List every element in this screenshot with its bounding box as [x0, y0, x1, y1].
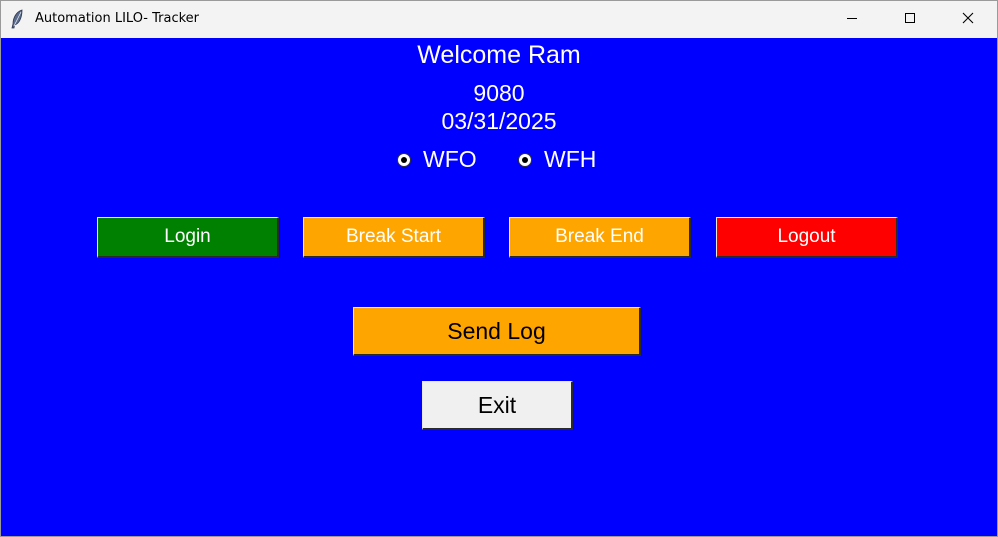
close-button[interactable]	[939, 1, 997, 38]
maximize-icon	[904, 11, 916, 29]
window-title: Automation LILO- Tracker	[35, 11, 200, 26]
radio-wfo-label: WFO	[423, 146, 477, 172]
logout-button[interactable]: Logout	[716, 217, 898, 258]
radio-wfh[interactable]: WFH	[518, 146, 596, 173]
radio-indicator[interactable]	[518, 152, 532, 167]
radio-indicator[interactable]	[397, 152, 411, 167]
login-button[interactable]: Login	[97, 217, 279, 258]
employee-id-label: 9080	[473, 80, 525, 106]
exit-button[interactable]: Exit	[422, 381, 573, 430]
break-end-button[interactable]: Break End	[509, 217, 691, 258]
date-label: 03/31/2025	[441, 108, 557, 134]
welcome-label: Welcome Ram	[417, 41, 581, 69]
break-start-button[interactable]: Break Start	[303, 217, 485, 258]
maximize-button[interactable]	[881, 1, 939, 38]
minimize-button[interactable]	[823, 1, 881, 38]
feather-icon	[10, 9, 24, 29]
app-window: Automation LILO- Tracker Welcome Ram 908…	[0, 0, 998, 537]
title-bar[interactable]: Automation LILO- Tracker	[1, 1, 997, 38]
send-log-button[interactable]: Send Log	[353, 307, 641, 356]
close-icon	[962, 11, 974, 29]
radio-wfh-label: WFH	[544, 146, 597, 172]
minimize-icon	[846, 11, 858, 29]
main-panel: Welcome Ram 9080 03/31/2025 WFO WFH Logi…	[1, 38, 997, 536]
radio-wfo[interactable]: WFO	[397, 146, 477, 173]
